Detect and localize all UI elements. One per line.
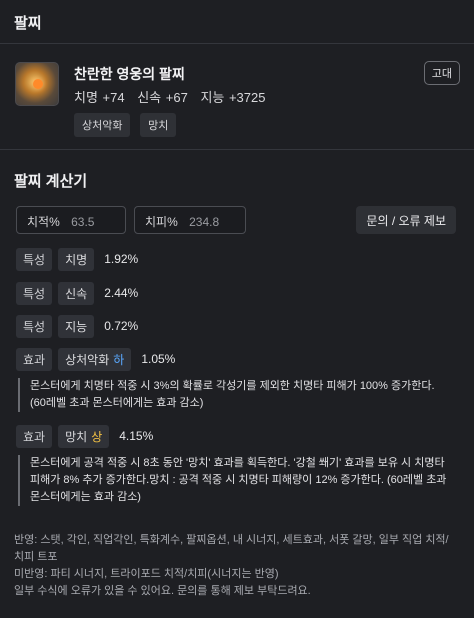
row-type: 특성: [16, 281, 53, 305]
crit-dmg-label: 치피%: [145, 215, 178, 229]
row-name: 망치 상: [58, 424, 110, 448]
row-value: 0.72%: [104, 319, 139, 333]
crit-dmg-input[interactable]: 치피% 234.8: [134, 206, 246, 234]
desc-line: 몬스터에게 공격 적중 시 8초 동안 '망치' 효과를 획득한다. '강철 쐐…: [30, 457, 445, 469]
effect-description: 몬스터에게 공격 적중 시 8초 동안 '망치' 효과를 획득한다. '강철 쐐…: [18, 455, 460, 506]
row-type: 효과: [16, 424, 53, 448]
row-value: 2.44%: [104, 286, 139, 300]
effect-row: 효과 상처악화 하 1.05%: [16, 347, 176, 371]
tag-item: 상처악화: [74, 113, 131, 137]
effect-grade: 상: [91, 429, 103, 444]
calculator-title: 팔찌 계산기: [14, 173, 88, 190]
row-name: 상처악화 하: [58, 347, 132, 371]
grade-badge: 고대: [423, 61, 460, 85]
report-button[interactable]: 문의 / 오류 제보: [356, 206, 456, 234]
item-tags: 상처악화 망치: [74, 113, 182, 137]
row-value: 1.05%: [141, 352, 176, 366]
effect-grade: 하: [113, 352, 125, 367]
desc-line: 몬스터에게 치명타 적중 시 3%의 확률로 각성기를 제외한 치명타 피해가 …: [30, 380, 435, 392]
bracelet-icon: [15, 62, 59, 106]
note-line: 미반영: 파티 시너지, 트라이포드 치적/치피(시너지는 반영): [14, 568, 279, 580]
effect-name: 상처악화: [65, 352, 110, 367]
item-card: 찬란한 영웅의 팔찌 치명 +74 신속 +67 지능 +3725 고대 상처악…: [0, 44, 474, 150]
desc-line: 피해가 8% 추가 증가한다.망치 : 공격 적중 시 치명타 피해량이 12%…: [30, 474, 447, 486]
effect-description: 몬스터에게 치명타 적중 시 3%의 확률로 각성기를 제외한 치명타 피해가 …: [18, 378, 460, 412]
row-name: 신속: [58, 281, 95, 305]
item-stats: 치명 +74 신속 +67 지능 +3725: [74, 87, 273, 106]
item-name: 찬란한 영웅의 팔찌: [74, 66, 185, 82]
desc-line: 몬스터에게는 효과 감소): [30, 491, 141, 503]
stat-row: 특성 신속 2.44%: [16, 281, 139, 305]
crit-rate-label: 치적%: [27, 215, 60, 229]
stat-int: 지능 +3725: [200, 90, 266, 105]
stat-row: 특성 치명 1.92%: [16, 247, 139, 271]
row-value: 1.92%: [104, 252, 139, 266]
stat-row: 특성 지능 0.72%: [16, 314, 139, 338]
row-type: 특성: [16, 247, 53, 271]
row-value: 4.15%: [119, 429, 154, 443]
row-type: 효과: [16, 347, 53, 371]
note-line: 반영: 스탯, 각인, 직업각인, 특화계수, 팔찌옵션, 내 시너지, 세트효…: [14, 534, 449, 546]
note-line: 일부 수식에 오류가 있을 수 있어요. 문의를 통해 제보 부탁드려요.: [14, 585, 311, 597]
tag-item: 망치: [140, 113, 177, 137]
row-type: 특성: [16, 314, 53, 338]
crit-rate-input[interactable]: 치적% 63.5: [16, 206, 126, 234]
crit-dmg-value: 234.8: [189, 215, 220, 229]
row-name: 지능: [58, 314, 95, 338]
calculation-notes: 반영: 스탯, 각인, 직업각인, 특화계수, 팔찌옵션, 내 시너지, 세트효…: [14, 532, 460, 600]
effect-row: 효과 망치 상 4.15%: [16, 424, 154, 448]
effect-name: 망치: [65, 429, 88, 444]
section-title-bracelet: 팔찌: [0, 0, 474, 44]
note-line: 치피 트포: [14, 551, 58, 563]
crit-rate-value: 63.5: [71, 215, 95, 229]
stat-swiftness: 신속 +67: [137, 90, 188, 105]
row-name: 치명: [58, 247, 95, 271]
desc-line: (60레벨 초과 몬스터에게는 효과 감소): [30, 397, 204, 409]
stat-crit: 치명 +74: [74, 90, 125, 105]
